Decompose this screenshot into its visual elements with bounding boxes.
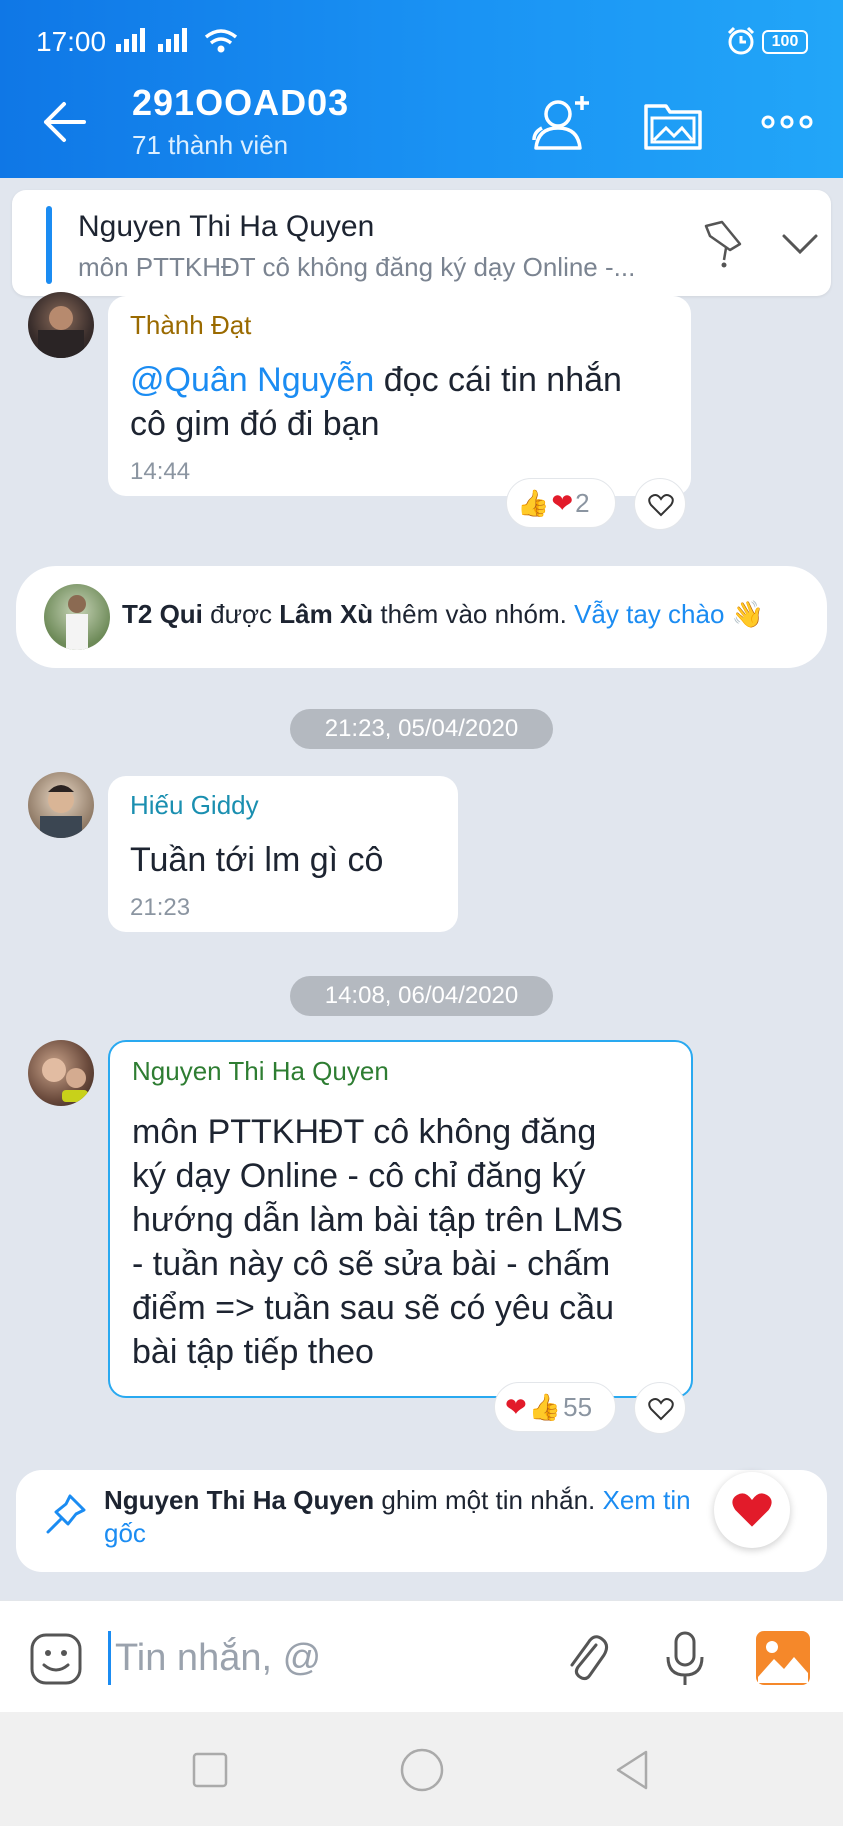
- group-title[interactable]: 291OOAD03: [132, 82, 349, 124]
- system-text-part: được: [202, 599, 280, 629]
- heart-outline-icon: [648, 1398, 674, 1421]
- status-bar: 17:00 100: [0, 0, 843, 66]
- message-composer: Tin nhắn, @: [0, 1600, 843, 1712]
- sender-name-text: Thành Đạt: [130, 310, 252, 340]
- avatar-photo: [42, 1058, 88, 1102]
- message-bubble-highlighted[interactable]: Nguyen Thi Ha Quyen môn PTTKHĐT cô không…: [108, 1040, 693, 1398]
- photo-gallery-icon[interactable]: [754, 1629, 812, 1687]
- message-text-part: cô gim đó đi bạn: [130, 405, 380, 443]
- sender-name[interactable]: Hiếu Giddy: [130, 790, 259, 821]
- message-line: bài tập tiếp theo: [132, 1333, 374, 1371]
- sender-name[interactable]: Thành Đạt: [130, 310, 251, 341]
- emoji-sticker-icon[interactable]: [28, 1631, 84, 1687]
- date-separator: 21:23, 05/04/2020: [290, 709, 553, 749]
- wave-hello-link[interactable]: Vẫy tay chào: [574, 599, 724, 629]
- app-header: 17:00 100 291OOAD03 71 thành viên: [0, 0, 843, 178]
- recent-apps-icon[interactable]: [182, 1742, 238, 1798]
- avatar[interactable]: [28, 772, 94, 838]
- heart-icon: ❤: [505, 1391, 527, 1422]
- attachment-icon[interactable]: [562, 1631, 612, 1687]
- signal-icon: [116, 28, 145, 52]
- status-time: 17:00: [36, 26, 107, 57]
- avatar[interactable]: [28, 292, 94, 358]
- view-original-link[interactable]: Xem tin: [603, 1485, 691, 1515]
- message-bubble[interactable]: Hiếu Giddy Tuần tới lm gì cô 21:23: [108, 776, 458, 932]
- battery-indicator: 100: [762, 30, 808, 54]
- sender-name[interactable]: Nguyen Thi Ha Quyen: [132, 1056, 389, 1087]
- message-time: 14:44: [130, 458, 191, 485]
- back-arrow-icon[interactable]: [38, 96, 90, 148]
- system-message-join: T2 Qui được Lâm Xù thêm vào nhóm. Vẫy ta…: [16, 566, 827, 668]
- message-line: hướng dẫn làm bài tập trên LMS: [132, 1201, 624, 1239]
- add-member-icon[interactable]: [524, 88, 598, 162]
- wifi-icon: [204, 29, 238, 53]
- actor-name[interactable]: Nguyen Thi Ha Quyen: [104, 1485, 374, 1515]
- avatar-photo: [66, 595, 88, 650]
- react-button[interactable]: [634, 478, 686, 530]
- back-icon[interactable]: [604, 1742, 660, 1798]
- avatar[interactable]: [28, 1040, 94, 1106]
- reaction-summary[interactable]: 👍 ❤ 2: [506, 478, 616, 528]
- pinned-sender: Nguyen Thi Ha Quyen: [78, 210, 375, 243]
- actor-name[interactable]: T2 Qui: [122, 599, 203, 629]
- avatar[interactable]: [44, 584, 110, 650]
- system-text: Nguyen Thi Ha Quyen ghim một tin nhắn. X…: [104, 1484, 804, 1550]
- view-original-link[interactable]: gốc: [104, 1518, 146, 1548]
- microphone-icon[interactable]: [660, 1629, 710, 1689]
- quick-react-button[interactable]: [714, 1472, 790, 1548]
- heart-outline-icon: [648, 494, 674, 517]
- reaction-summary[interactable]: ❤ 👍 55: [494, 1382, 616, 1432]
- avatar-photo: [40, 785, 82, 838]
- message-time: 21:23: [130, 894, 191, 921]
- message-input[interactable]: Tin nhắn, @: [108, 1631, 528, 1685]
- more-options-icon[interactable]: [750, 88, 824, 162]
- date-separator: 14:08, 06/04/2020: [290, 976, 553, 1016]
- system-text-part: ghim một tin nhắn.: [374, 1485, 603, 1515]
- pinned-accent: [46, 206, 52, 284]
- reaction-count: 55: [563, 1391, 593, 1422]
- chevron-down-icon[interactable]: [778, 226, 822, 262]
- reaction-count: 2: [575, 487, 590, 518]
- avatar-photo: [38, 306, 84, 358]
- message-line: ký dạy Online - cô chỉ đăng ký: [132, 1157, 586, 1195]
- message-line: môn PTTKHĐT cô không đăng: [132, 1113, 597, 1151]
- unpin-icon[interactable]: [700, 216, 748, 270]
- signal-icon: [158, 28, 187, 52]
- message-line: - tuần này cô sẽ sửa bài - chấm: [132, 1245, 611, 1283]
- react-button[interactable]: [634, 1382, 686, 1434]
- system-text-part: thêm vào nhóm.: [373, 599, 575, 629]
- message-line: điểm => tuần sau sẽ có yêu cầu: [132, 1289, 614, 1327]
- thumbs-up-icon: 👍: [517, 487, 550, 518]
- mention-link[interactable]: @Quân Nguyễn: [130, 361, 374, 399]
- system-message-pin: Nguyen Thi Ha Quyen ghim một tin nhắn. X…: [16, 1470, 827, 1572]
- system-text: T2 Qui được Lâm Xù thêm vào nhóm. Vẫy ta…: [122, 599, 764, 630]
- heart-icon: ❤: [551, 487, 574, 518]
- media-folder-icon[interactable]: [636, 88, 710, 162]
- system-nav-bar: [0, 1712, 843, 1826]
- alarm-icon: [727, 26, 755, 55]
- pinned-preview: môn PTTKHĐT cô không đăng ký dạy Online …: [78, 252, 636, 282]
- message-text: @Quân Nguyễn đọc cái tin nhắn cô gim đó …: [130, 358, 622, 446]
- message-text: Tuần tới lm gì cô: [130, 841, 384, 879]
- actor-name[interactable]: Lâm Xù: [279, 599, 373, 629]
- message-text-part: đọc cái tin nhắn: [374, 361, 622, 399]
- pinned-message-bar[interactable]: Nguyen Thi Ha Quyen môn PTTKHĐT cô không…: [12, 190, 831, 296]
- pin-icon: [46, 1494, 86, 1534]
- member-count[interactable]: 71 thành viên: [132, 130, 288, 161]
- message-bubble[interactable]: Thành Đạt @Quân Nguyễn đọc cái tin nhắn …: [108, 296, 691, 496]
- home-icon[interactable]: [394, 1742, 450, 1798]
- message-text: môn PTTKHĐT cô không đăng ký dạy Online …: [132, 1110, 623, 1374]
- thumbs-up-icon: 👍: [528, 1391, 562, 1422]
- heart-icon: [732, 1493, 772, 1527]
- wave-hand-icon: 👋: [731, 599, 765, 629]
